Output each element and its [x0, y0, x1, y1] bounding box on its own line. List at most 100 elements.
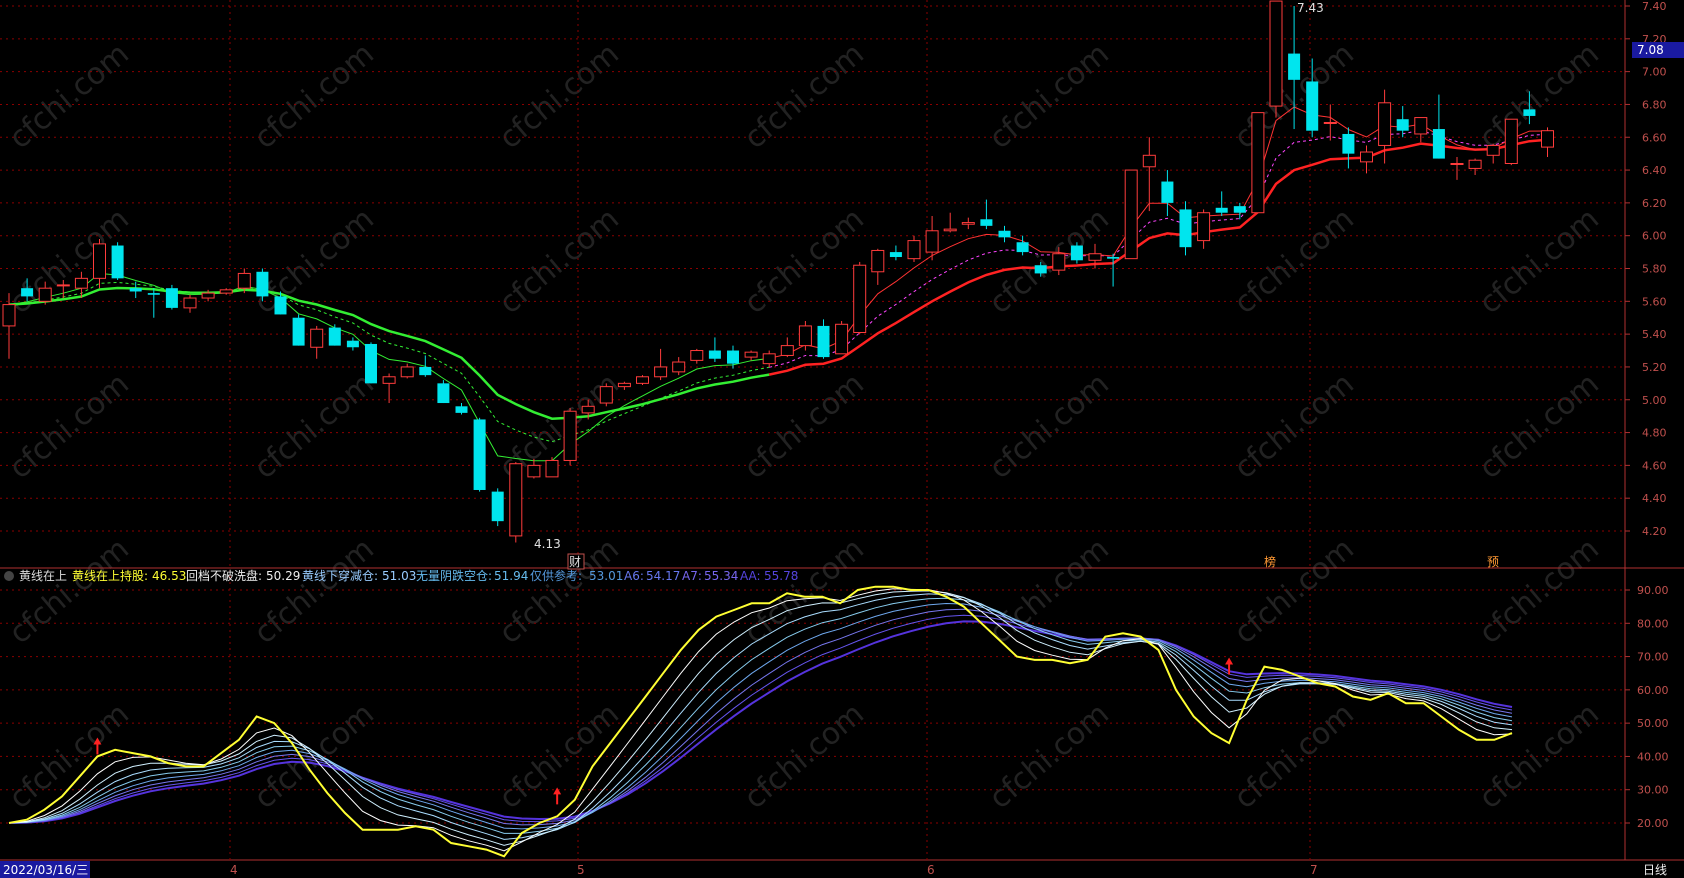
candle-body-up [617, 382, 631, 388]
ma-mid-magenta [769, 129, 1548, 368]
month-label-7: 7 [1310, 863, 1318, 877]
legend-item-2-value: 50.29 [266, 569, 300, 583]
watermark-text: cfchi.com [248, 366, 381, 486]
candle[interactable] [1396, 106, 1409, 138]
candle-body-down [727, 350, 739, 364]
watermark-text: cfchi.com [3, 366, 136, 486]
candle-body-down [1161, 181, 1174, 203]
candle-body-up [563, 410, 577, 461]
candle[interactable] [672, 357, 686, 376]
candle[interactable] [853, 261, 867, 335]
candle[interactable] [328, 324, 341, 346]
indicator-tick-label: 80.00 [1637, 617, 1669, 630]
candle[interactable] [1161, 170, 1174, 216]
candle[interactable] [111, 242, 124, 280]
candle[interactable] [1541, 127, 1554, 157]
candle[interactable] [1142, 137, 1156, 212]
candle[interactable] [1179, 201, 1192, 256]
candle-body-up [219, 289, 233, 294]
candle-body-down [1432, 129, 1445, 159]
candle[interactable] [147, 288, 160, 318]
candle[interactable] [563, 407, 577, 466]
candle[interactable] [980, 199, 993, 230]
candle[interactable] [292, 314, 305, 346]
watermark-text: cfchi.com [1473, 36, 1606, 156]
candle[interactable] [382, 373, 396, 404]
candle[interactable] [871, 248, 885, 285]
candle-body-up [545, 459, 559, 478]
legend-title: 黄线在上 [19, 569, 67, 583]
price-tick-label: 6.40 [1642, 164, 1667, 177]
candle-body-down [1107, 257, 1120, 259]
ma-long-red [768, 138, 1548, 376]
candle[interactable] [437, 380, 450, 404]
candle[interactable] [780, 337, 794, 358]
candle[interactable] [835, 321, 849, 355]
candle[interactable] [690, 348, 704, 364]
candle[interactable] [365, 342, 377, 384]
candle-body-up [183, 297, 197, 309]
watermark-text: cfchi.com [1473, 201, 1606, 321]
period-label[interactable]: 日线 [1643, 863, 1667, 877]
candle[interactable] [1251, 112, 1265, 214]
candle-body-down [1179, 209, 1192, 248]
candle-body-down [292, 317, 305, 346]
collapse-icon[interactable] [4, 571, 14, 581]
candle[interactable] [93, 238, 106, 289]
candle[interactable] [473, 417, 486, 492]
candle[interactable] [165, 284, 178, 310]
candle[interactable] [1016, 235, 1029, 256]
legend-item-5-label: 仅供参考: [530, 568, 582, 583]
candle-body-up [1197, 212, 1211, 242]
candle[interactable] [1269, 0, 1283, 118]
candle[interactable] [998, 225, 1011, 243]
candle[interactable] [183, 294, 197, 313]
candle[interactable] [762, 350, 776, 367]
candle[interactable] [1124, 169, 1138, 260]
candle[interactable] [599, 383, 613, 407]
candle[interactable] [636, 375, 649, 385]
candle[interactable] [817, 319, 830, 359]
candle-body-up [509, 463, 523, 537]
candle[interactable] [1414, 117, 1428, 143]
candle-body-down [419, 366, 432, 376]
candle[interactable] [400, 363, 414, 379]
candle[interactable] [419, 355, 432, 377]
candle-body-up [1468, 159, 1482, 169]
candle[interactable] [346, 337, 359, 351]
candle[interactable] [961, 217, 975, 230]
candle[interactable] [654, 348, 668, 381]
event-marker-bang[interactable]: 榜 [1264, 554, 1276, 569]
candle[interactable] [509, 462, 523, 543]
candle[interactable] [1197, 209, 1211, 249]
candle[interactable] [708, 337, 721, 363]
price-tick-label: 6.80 [1642, 98, 1667, 111]
candle[interactable] [1342, 127, 1355, 169]
candle[interactable] [455, 403, 468, 415]
candle[interactable] [1504, 118, 1518, 166]
candle[interactable] [1215, 191, 1228, 216]
candle[interactable] [889, 245, 902, 261]
candle[interactable] [310, 325, 324, 359]
watermark-text: cfchi.com [738, 531, 871, 651]
candle[interactable] [1323, 104, 1337, 141]
candle[interactable] [744, 350, 758, 361]
candle-body-up [690, 350, 704, 361]
event-marker-yu[interactable]: 预 [1487, 555, 1499, 569]
event-marker-cai[interactable]: 财 [569, 555, 581, 569]
candle-body-up [1486, 144, 1500, 156]
candle[interactable] [256, 268, 269, 302]
price-tick-label: 6.00 [1642, 230, 1667, 243]
candle[interactable] [1468, 158, 1482, 175]
candle[interactable] [1450, 156, 1464, 180]
candle[interactable] [1107, 253, 1120, 287]
candle[interactable] [1360, 145, 1373, 174]
candle[interactable] [491, 488, 504, 527]
legend-item-1-label: 黄线在上持股: [72, 568, 148, 583]
candle-body-down [817, 325, 830, 358]
candle[interactable] [943, 212, 957, 233]
candle[interactable] [1486, 143, 1500, 164]
candle[interactable] [545, 457, 559, 478]
candle[interactable] [907, 235, 921, 262]
candle[interactable] [798, 321, 812, 351]
